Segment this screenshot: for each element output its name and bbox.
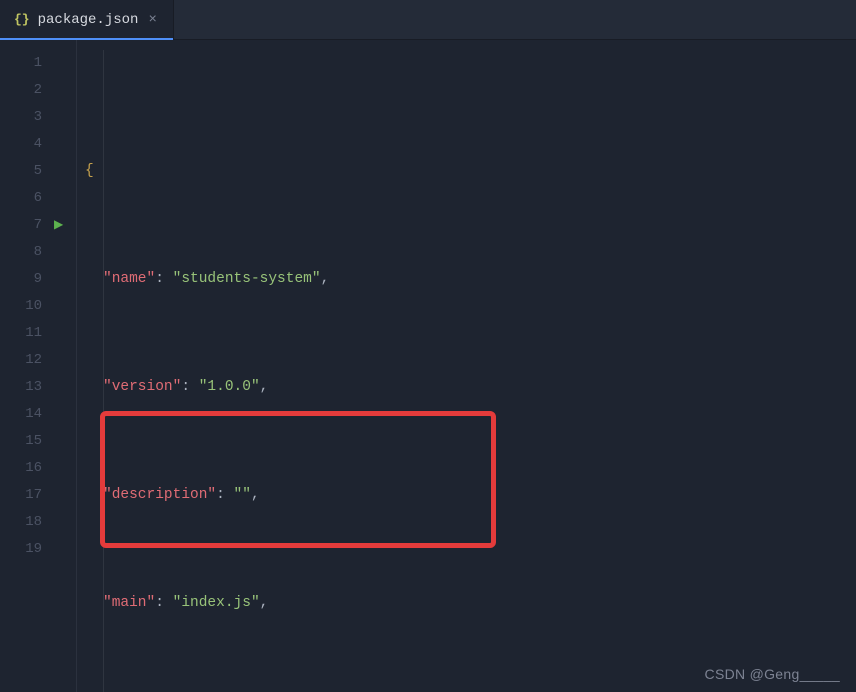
code-body[interactable]: { "name": "students-system", "version": … [76, 40, 856, 692]
tab-bar: {} package.json × [0, 0, 856, 40]
code-line: "version": "1.0.0", [85, 374, 856, 401]
watermark-text: CSDN @Geng_____ [705, 666, 840, 682]
code-line: "name": "students-system", [85, 266, 856, 293]
line-number: 8 [0, 239, 50, 266]
line-number: 11 [0, 320, 50, 347]
tab-package-json[interactable]: {} package.json × [0, 0, 174, 39]
line-number: 10 [0, 293, 50, 320]
line-number: 3 [0, 104, 50, 131]
line-number: 6 [0, 185, 50, 212]
line-number: 7 [0, 212, 50, 239]
line-number: 19 [0, 536, 50, 563]
line-number: 4 [0, 131, 50, 158]
line-number: 5 [0, 158, 50, 185]
tab-label: package.json [38, 12, 139, 28]
code-line: { [85, 158, 856, 185]
close-icon[interactable]: × [146, 12, 158, 28]
line-number: 2 [0, 77, 50, 104]
json-file-icon: {} [14, 12, 30, 27]
line-number: 15 [0, 428, 50, 455]
code-line: "main": "index.js", [85, 590, 856, 617]
code-editor[interactable]: 1 2 3 4 5 6 7 8 9 10 11 12 13 14 15 16 1… [0, 40, 856, 692]
code-line: "description": "", [85, 482, 856, 509]
play-icon[interactable]: ▶ [50, 212, 76, 239]
line-number: 14 [0, 401, 50, 428]
line-number-gutter: 1 2 3 4 5 6 7 8 9 10 11 12 13 14 15 16 1… [0, 40, 50, 692]
line-number: 12 [0, 347, 50, 374]
line-number: 13 [0, 374, 50, 401]
line-number: 17 [0, 482, 50, 509]
line-number: 9 [0, 266, 50, 293]
line-number: 18 [0, 509, 50, 536]
run-gutter: ▶ [50, 40, 76, 692]
line-number: 16 [0, 455, 50, 482]
line-number: 1 [0, 50, 50, 77]
